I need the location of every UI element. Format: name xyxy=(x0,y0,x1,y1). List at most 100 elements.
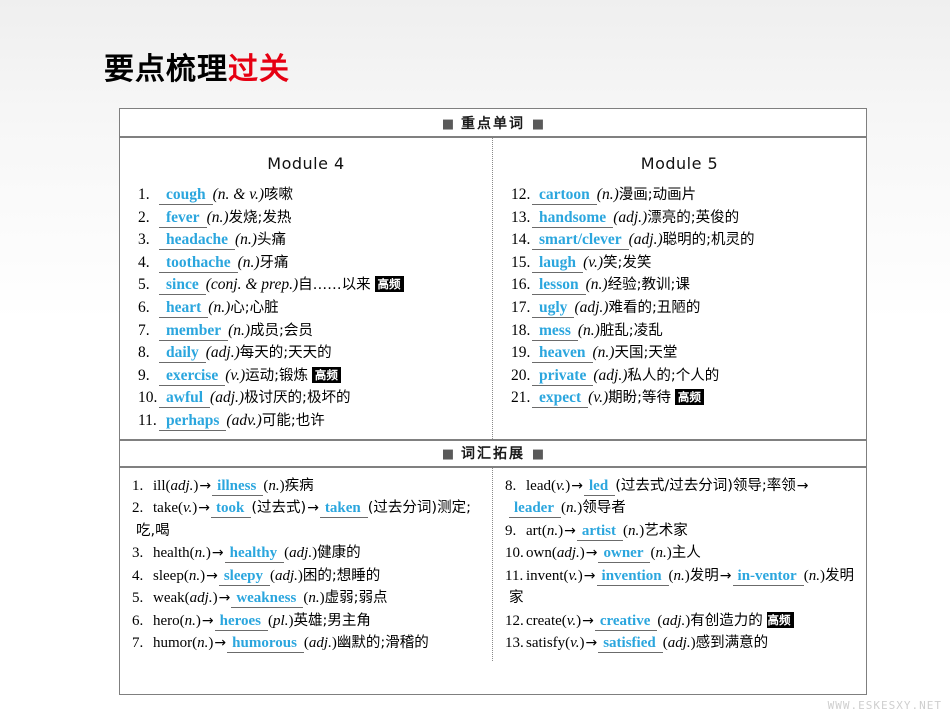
entry-number: 7. xyxy=(132,635,144,652)
part-of-speech: (n.) xyxy=(228,321,251,339)
part-of-speech: (adj.) xyxy=(628,231,663,249)
word-entry: 3. headache (n.)头痛 xyxy=(130,229,482,252)
part-of-speech: (n.) xyxy=(235,231,257,249)
part-of-speech: (n.) xyxy=(208,298,231,316)
key-words-columns: Module 4 1. cough (n. & v.)咳嗽 2. fever (n.) 发烧… xyxy=(120,138,866,439)
chinese-meaning: 脏乱;凌乱 xyxy=(599,322,663,339)
high-frequency-badge: 高频 xyxy=(311,366,341,383)
square-bullet-icon: ■ xyxy=(441,116,455,132)
square-bullet-icon: ■ xyxy=(531,116,545,132)
word-entry: 14. smart/clever (adj.)聪明的;机灵的 xyxy=(503,229,856,252)
part-of-speech: (adj.) xyxy=(210,389,245,407)
section-title-text: 重点单词 xyxy=(461,115,525,132)
chinese-meaning: 聪明的;机灵的 xyxy=(662,232,755,249)
answer-blank: laugh xyxy=(532,254,584,273)
entry-number: 6. xyxy=(132,612,144,629)
module-title-4: Module 4 xyxy=(267,154,345,173)
answer-blank: private xyxy=(532,367,594,386)
entry-number: 1. xyxy=(138,186,150,203)
chinese-meaning: 每天的;天天的 xyxy=(239,345,332,362)
expansion-entry: 12. create(v.)→ creative (adj.)有创造力的 高频 xyxy=(503,610,856,633)
chinese-meaning: 发烧;发热 xyxy=(228,209,292,226)
answer-blank: smart/clever xyxy=(532,232,629,251)
key-words-column-module4: Module 4 1. cough (n. & v.)咳嗽 2. fever (n.) 发烧… xyxy=(120,138,493,439)
section-band-key-words: ■ 重点单词 ■ xyxy=(120,109,866,138)
high-frequency-badge: 高频 xyxy=(374,276,404,293)
answer-blank: ugly xyxy=(532,299,575,318)
part-of-speech: (adj.) xyxy=(574,298,609,316)
expansion-entry: 3. health(n.)→ healthy (adj.)健康的 xyxy=(130,542,482,565)
expansion-entry: 6. hero(n.)→ heroes (pl.)英雄;男主角 xyxy=(130,610,482,633)
word-entry: 10. awful (adj.)极讨厌的;极坏的 xyxy=(130,387,482,410)
word-entry: 21. expect (v.)期盼;等待 高频 xyxy=(503,387,856,410)
word-entry: 19. heaven (n.)天国;天堂 xyxy=(503,342,856,365)
part-of-speech: (adv.) xyxy=(226,411,262,429)
answer-blank: fever xyxy=(159,209,207,228)
entry-number: 12. xyxy=(511,186,531,203)
answer-blank: heart xyxy=(159,299,209,318)
entry-number: 6. xyxy=(138,298,150,316)
expansion-entry: 9. art(n.)→ artist (n.)艺术家 xyxy=(503,520,856,543)
part-of-speech: (adj.) xyxy=(205,344,240,362)
entry-number: 9. xyxy=(138,366,150,384)
expansion-entry: 2. take(v.)→ took (过去式)→ taken (过去分词)测定;吃,喝 xyxy=(130,497,482,542)
entry-number: 17. xyxy=(511,298,531,316)
entry-number: 2. xyxy=(138,208,150,226)
answer-blank: perhaps xyxy=(159,412,227,431)
word-entry: 18. mess (n.)脏乱;凌乱 xyxy=(503,320,856,343)
entry-number: 10. xyxy=(138,389,158,407)
expansion-entry: 13. satisfy(v.)→ satisfied (adj.)感到满意的 xyxy=(503,632,856,655)
answer-blank: lesson xyxy=(532,277,586,296)
part-of-speech: (n. & v.) xyxy=(212,186,264,203)
answer-blank: toothache xyxy=(159,254,238,273)
key-words-list-module5: 12. cartoon (n.)漫画;动画片 13. handsome (adj.)漂亮的… xyxy=(503,184,856,416)
part-of-speech: (v.) xyxy=(225,366,246,384)
expansion-entry: 8. lead(v.)→ led (过去式/过去分词)领导;率领→leader (n.)… xyxy=(503,475,856,520)
chinese-meaning: 可能;也许 xyxy=(261,412,325,429)
entry-number: 8. xyxy=(138,344,150,362)
word-expansion-column-right: 8. lead(v.)→ led (过去式/过去分词)领导;率领→leader (n.)… xyxy=(493,468,866,661)
answer-blank: cartoon xyxy=(532,187,597,205)
entry-number: 16. xyxy=(511,276,531,294)
answer-blank: mess xyxy=(532,322,578,341)
word-expansion-list-left: 1. ill(adj.)→ illness (n.)疾病 2. take(v.)→ took… xyxy=(130,468,482,661)
part-of-speech: (n.) xyxy=(237,253,260,271)
part-of-speech: (conj. & prep.) xyxy=(205,276,299,294)
answer-blank: heaven xyxy=(532,345,593,364)
word-entry: 12. cartoon (n.)漫画;动画片 xyxy=(503,184,856,207)
chinese-meaning: 咳嗽 xyxy=(263,187,293,203)
answer-blank: expect xyxy=(532,390,589,409)
entry-number: 4. xyxy=(132,567,144,584)
word-entry: 11. perhaps (adv.)可能;也许 xyxy=(130,410,482,433)
word-entry: 13. handsome (adj.)漂亮的;英俊的 xyxy=(503,207,856,230)
entry-number: 19. xyxy=(511,344,531,362)
word-entry: 8. daily (adj.)每天的;天天的 xyxy=(130,342,482,365)
word-entry: 1. cough (n. & v.)咳嗽 xyxy=(130,184,482,207)
watermark: WWW.ESKESXY.NET xyxy=(827,699,942,712)
section-band-key-words-label: ■ 重点单词 ■ xyxy=(442,113,544,133)
entry-number: 3. xyxy=(132,545,144,562)
word-entry: 6. heart (n.)心;心脏 xyxy=(130,297,482,320)
word-entry: 20. private (adj.)私人的;个人的 xyxy=(503,365,856,388)
word-expansion-columns: 1. ill(adj.)→ illness (n.)疾病 2. take(v.)→ took… xyxy=(120,467,866,661)
section-title-text: 词汇拓展 xyxy=(461,446,525,463)
high-frequency-badge: 高频 xyxy=(674,389,704,406)
entry-number: 11. xyxy=(138,411,157,429)
entry-number: 13. xyxy=(511,208,531,226)
entry-number: 5. xyxy=(138,276,150,294)
chinese-meaning: 漂亮的;英俊的 xyxy=(647,209,740,226)
expansion-entry: 10. own(adj.)→ owner (n.)主人 xyxy=(503,542,856,565)
part-of-speech: (n.) xyxy=(596,186,619,203)
entry-number: 5. xyxy=(132,590,144,607)
expansion-entry: 4. sleep(n.)→ sleepy (adj.)困的;想睡的 xyxy=(130,565,482,588)
entry-number: 20. xyxy=(511,366,531,384)
entry-number: 15. xyxy=(511,253,531,271)
chinese-meaning: 期盼;等待 xyxy=(608,390,671,407)
chinese-meaning: 漫画;动画片 xyxy=(618,187,697,203)
expansion-entry: 7. humor(n.)→ humorous (adj.)幽默的;滑稽的 xyxy=(130,632,482,655)
chinese-meaning: 运动;锻炼 xyxy=(245,367,309,384)
chinese-meaning: 天国;天堂 xyxy=(614,345,678,362)
answer-blank: headache xyxy=(159,232,235,251)
entry-number: 9. xyxy=(505,522,517,539)
entry-number: 4. xyxy=(138,253,150,271)
